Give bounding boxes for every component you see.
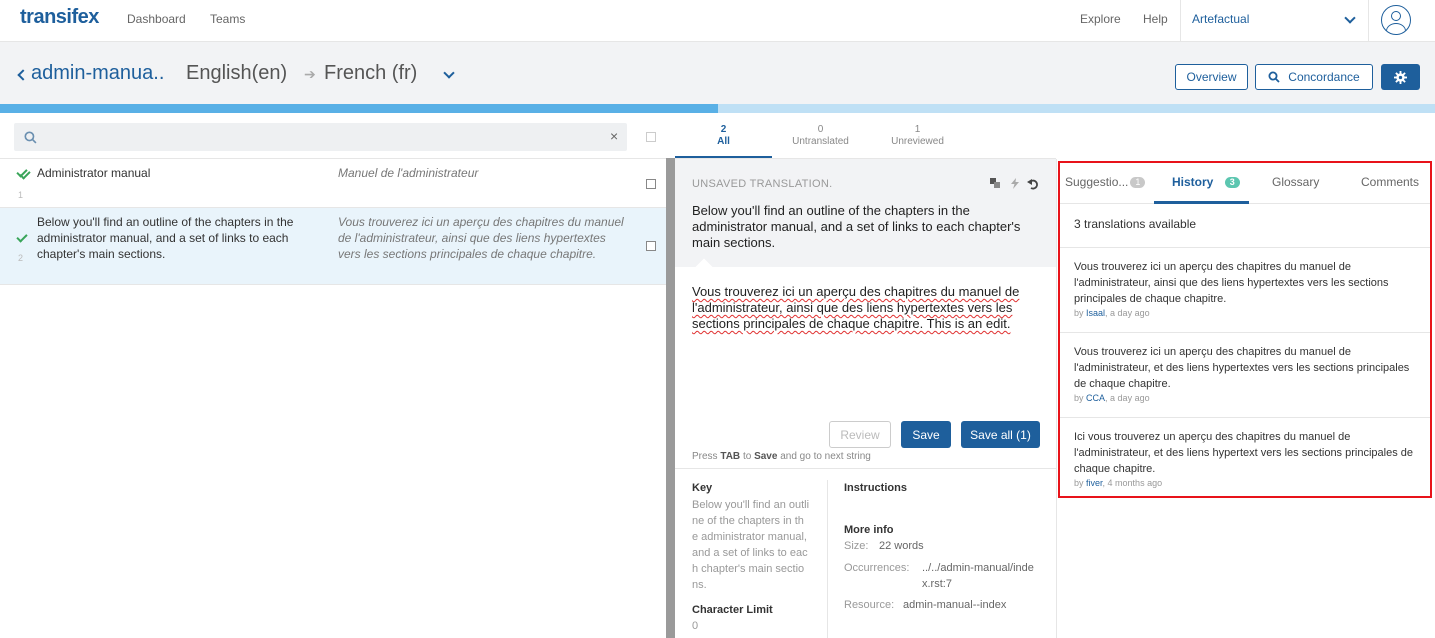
nav-teams[interactable]: Teams	[210, 12, 245, 26]
machine-translate-icon[interactable]	[1010, 178, 1020, 192]
string-number: 1	[18, 190, 24, 200]
history-entry[interactable]: Vous trouverez ici un aperçu des chapitr…	[1074, 344, 1419, 403]
meta-divider	[675, 468, 1056, 469]
history-entry[interactable]: Ici vous trouverez un aperçu des chapitr…	[1074, 429, 1419, 488]
history-attribution: by fiver, 4 months ago	[1074, 478, 1163, 488]
progress-fill	[0, 104, 718, 113]
suggestions-count-badge: 1	[1130, 177, 1146, 189]
entry-divider	[1060, 332, 1430, 333]
translation-textarea[interactable]: Vous trouverez ici un aperçu des chapitr…	[692, 284, 1042, 332]
project-breadcrumb[interactable]: admin-manua..	[31, 62, 164, 85]
tab-comments[interactable]: Comments	[1361, 175, 1419, 189]
nav-explore[interactable]: Explore	[1080, 12, 1121, 26]
filter-tab-all[interactable]: 2 All	[675, 124, 772, 148]
target-language: French (fr)	[324, 62, 418, 84]
source-language: English(en)	[186, 62, 288, 84]
row-checkbox[interactable]	[646, 241, 656, 251]
active-tab-indicator	[675, 156, 772, 158]
tab-history[interactable]: History 3	[1172, 175, 1240, 189]
org-chevron-down-icon[interactable]	[1344, 12, 1356, 24]
arrow-right-icon: ➔	[304, 66, 316, 82]
occurrences-value: ../../admin-manual/index.rst:7	[922, 562, 1034, 590]
source-string: Below you'll find an outline of the chap…	[37, 215, 294, 261]
filter-tab-unreviewed[interactable]: 1 Unreviewed	[869, 124, 966, 148]
string-number: 2	[18, 253, 24, 263]
history-attribution: by Isaal, a day ago	[1074, 308, 1150, 318]
transifex-logo[interactable]: transifex	[20, 6, 99, 29]
char-limit-heading: Character Limit	[692, 604, 773, 616]
history-user-link[interactable]: CCA	[1086, 393, 1105, 403]
string-list: Administrator manual Manuel de l'adminis…	[0, 158, 666, 285]
translated-check-icon	[16, 231, 28, 243]
search-icon	[24, 131, 37, 144]
source-string: Administrator manual	[37, 166, 151, 180]
save-button[interactable]: Save	[901, 421, 951, 448]
size-label: Size:	[844, 540, 869, 552]
resource-value: admin-manual--index	[903, 599, 1007, 611]
active-tab-indicator	[1154, 201, 1249, 204]
history-text: Vous trouverez ici un aperçu des chapitr…	[1074, 346, 1410, 390]
filter-tab-untranslated[interactable]: 0 Untranslated	[772, 124, 869, 148]
review-button[interactable]: Review	[829, 421, 891, 448]
more-info-heading: More info	[844, 524, 894, 536]
occurrences-label: Occurrences:	[844, 562, 910, 574]
history-panel: Suggestio... 1 History 3 Glossary Comment…	[1058, 161, 1432, 498]
list-item[interactable]: Administrator manual Manuel de l'adminis…	[0, 159, 666, 208]
pane-divider[interactable]	[666, 113, 675, 638]
search-icon	[1268, 71, 1280, 83]
translation-progress-bar	[0, 104, 1435, 113]
target-string: Manuel de l'administrateur	[338, 166, 479, 180]
row-checkbox[interactable]	[646, 179, 656, 189]
instructions-heading: Instructions	[844, 482, 907, 494]
tab-glossary[interactable]: Glossary	[1272, 175, 1319, 189]
undo-icon[interactable]	[1027, 178, 1039, 193]
unsaved-status: UNSAVED TRANSLATION.	[692, 178, 833, 190]
history-entry[interactable]: Vous trouverez ici un aperçu des chapitr…	[1074, 259, 1419, 318]
nav-divider	[1368, 0, 1369, 42]
list-item[interactable]: Below you'll find an outline of the chap…	[0, 208, 666, 285]
editor-source-text: Below you'll find an outline of the chap…	[692, 203, 1021, 250]
history-user-link[interactable]: Isaal	[1086, 308, 1105, 318]
resource-label: Resource:	[844, 599, 895, 611]
size-value: 22 words	[879, 540, 924, 552]
target-string: Vous trouverez ici un aperçu des chapitr…	[338, 215, 624, 261]
meta-column-divider	[827, 480, 828, 638]
string-search-input[interactable]: ×	[14, 123, 627, 151]
history-text: Ici vous trouverez un aperçu des chapitr…	[1074, 431, 1413, 475]
history-user-link[interactable]: fiver	[1086, 478, 1103, 488]
history-text: Vous trouverez ici un aperçu des chapitr…	[1074, 261, 1389, 305]
settings-button[interactable]	[1381, 64, 1420, 90]
nav-divider	[1180, 0, 1181, 42]
keyboard-hint: Press TAB to Save and go to next string	[692, 451, 871, 462]
user-avatar-icon[interactable]	[1381, 5, 1411, 35]
concordance-button[interactable]: Concordance	[1255, 64, 1373, 90]
tab-suggestions[interactable]: Suggestio... 1	[1065, 175, 1146, 189]
organization-selector[interactable]: Artefactual	[1192, 12, 1249, 26]
translations-available: 3 translations available	[1074, 217, 1197, 231]
entry-divider	[1060, 247, 1430, 248]
history-attribution: by CCA, a day ago	[1074, 393, 1150, 403]
side-panel-border	[1056, 159, 1057, 638]
overview-button[interactable]: Overview	[1175, 64, 1248, 90]
char-limit-value: 0	[692, 620, 699, 632]
top-bar: transifex Dashboard Teams Explore Help A…	[0, 0, 1435, 42]
history-count-badge: 3	[1224, 177, 1240, 189]
copy-source-icon[interactable]	[990, 178, 1000, 191]
nav-dashboard[interactable]: Dashboard	[127, 12, 186, 26]
select-all-checkbox[interactable]	[646, 132, 656, 142]
gear-icon	[1394, 70, 1407, 84]
concordance-label: Concordance	[1288, 70, 1360, 84]
clear-search-icon[interactable]: ×	[610, 128, 618, 144]
key-value: Below you'll find an outline of the chap…	[692, 499, 810, 591]
nav-help[interactable]: Help	[1143, 12, 1168, 26]
key-heading: Key	[692, 482, 713, 494]
save-all-button[interactable]: Save all (1)	[961, 421, 1040, 448]
entry-divider	[1060, 417, 1430, 418]
